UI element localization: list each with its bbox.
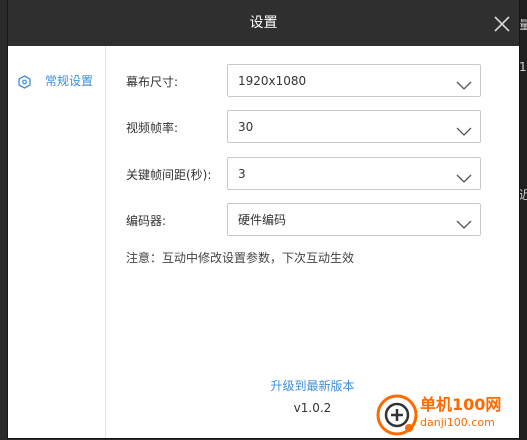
keyframe-interval-row: 关键帧间距(秒): 3 (106, 157, 519, 193)
settings-dialog: 设置 常规设置 幕布尺寸: 1920x1080 视频帧率: 30 关键帧间距(秒… (8, 0, 519, 438)
version-label: v1.0.2 (293, 401, 332, 415)
frame-rate-value: 30 (238, 120, 254, 134)
keyframe-interval-label: 关键帧间距(秒): (126, 168, 212, 182)
canvas-size-row: 幕布尺寸: 1920x1080 (106, 64, 519, 100)
background-glyph: 量 (519, 18, 527, 32)
frame-rate-label: 视频帧率: (126, 121, 179, 135)
encoder-row: 编码器: 硬件编码 (106, 203, 519, 239)
chevron-down-icon (456, 169, 472, 183)
encoder-value: 硬件编码 (238, 213, 287, 227)
sidebar-item-label: 常规设置 (45, 74, 94, 88)
hexagon-settings-icon (18, 74, 31, 89)
upgrade-link[interactable]: 升级到最新版本 (106, 378, 519, 394)
chevron-down-icon (456, 122, 472, 136)
background-window-edge: 量 1 近 (519, 0, 527, 440)
dialog-title: 设置 (249, 15, 278, 31)
settings-sidebar: 常规设置 (8, 46, 106, 438)
dialog-titlebar: 设置 (8, 0, 519, 46)
frame-rate-select[interactable]: 30 (227, 110, 481, 143)
background-glyph: 1 (519, 60, 527, 74)
encoder-label: 编码器: (126, 214, 167, 228)
settings-form: 幕布尺寸: 1920x1080 视频帧率: 30 关键帧间距(秒): 3 编码器… (106, 46, 519, 438)
screen: 量 1 近 设置 常规设置 幕布尺寸: 1920x1080 视频帧率: 30 关… (0, 0, 527, 440)
settings-note: 注意：互动中修改设置参数，下次互动生效 (126, 251, 355, 265)
encoder-select[interactable]: 硬件编码 (227, 203, 481, 236)
frame-rate-row: 视频帧率: 30 (106, 110, 519, 146)
sidebar-item-general-settings[interactable]: 常规设置 (18, 72, 102, 90)
keyframe-interval-select[interactable]: 3 (227, 157, 481, 190)
canvas-size-select[interactable]: 1920x1080 (227, 64, 481, 97)
canvas-size-value: 1920x1080 (238, 74, 307, 88)
close-icon[interactable] (493, 15, 511, 33)
chevron-down-icon (456, 215, 472, 229)
chevron-down-icon (456, 76, 472, 90)
canvas-size-label: 幕布尺寸: (126, 75, 179, 89)
background-glyph: 近 (519, 188, 527, 202)
keyframe-interval-value: 3 (238, 167, 246, 181)
